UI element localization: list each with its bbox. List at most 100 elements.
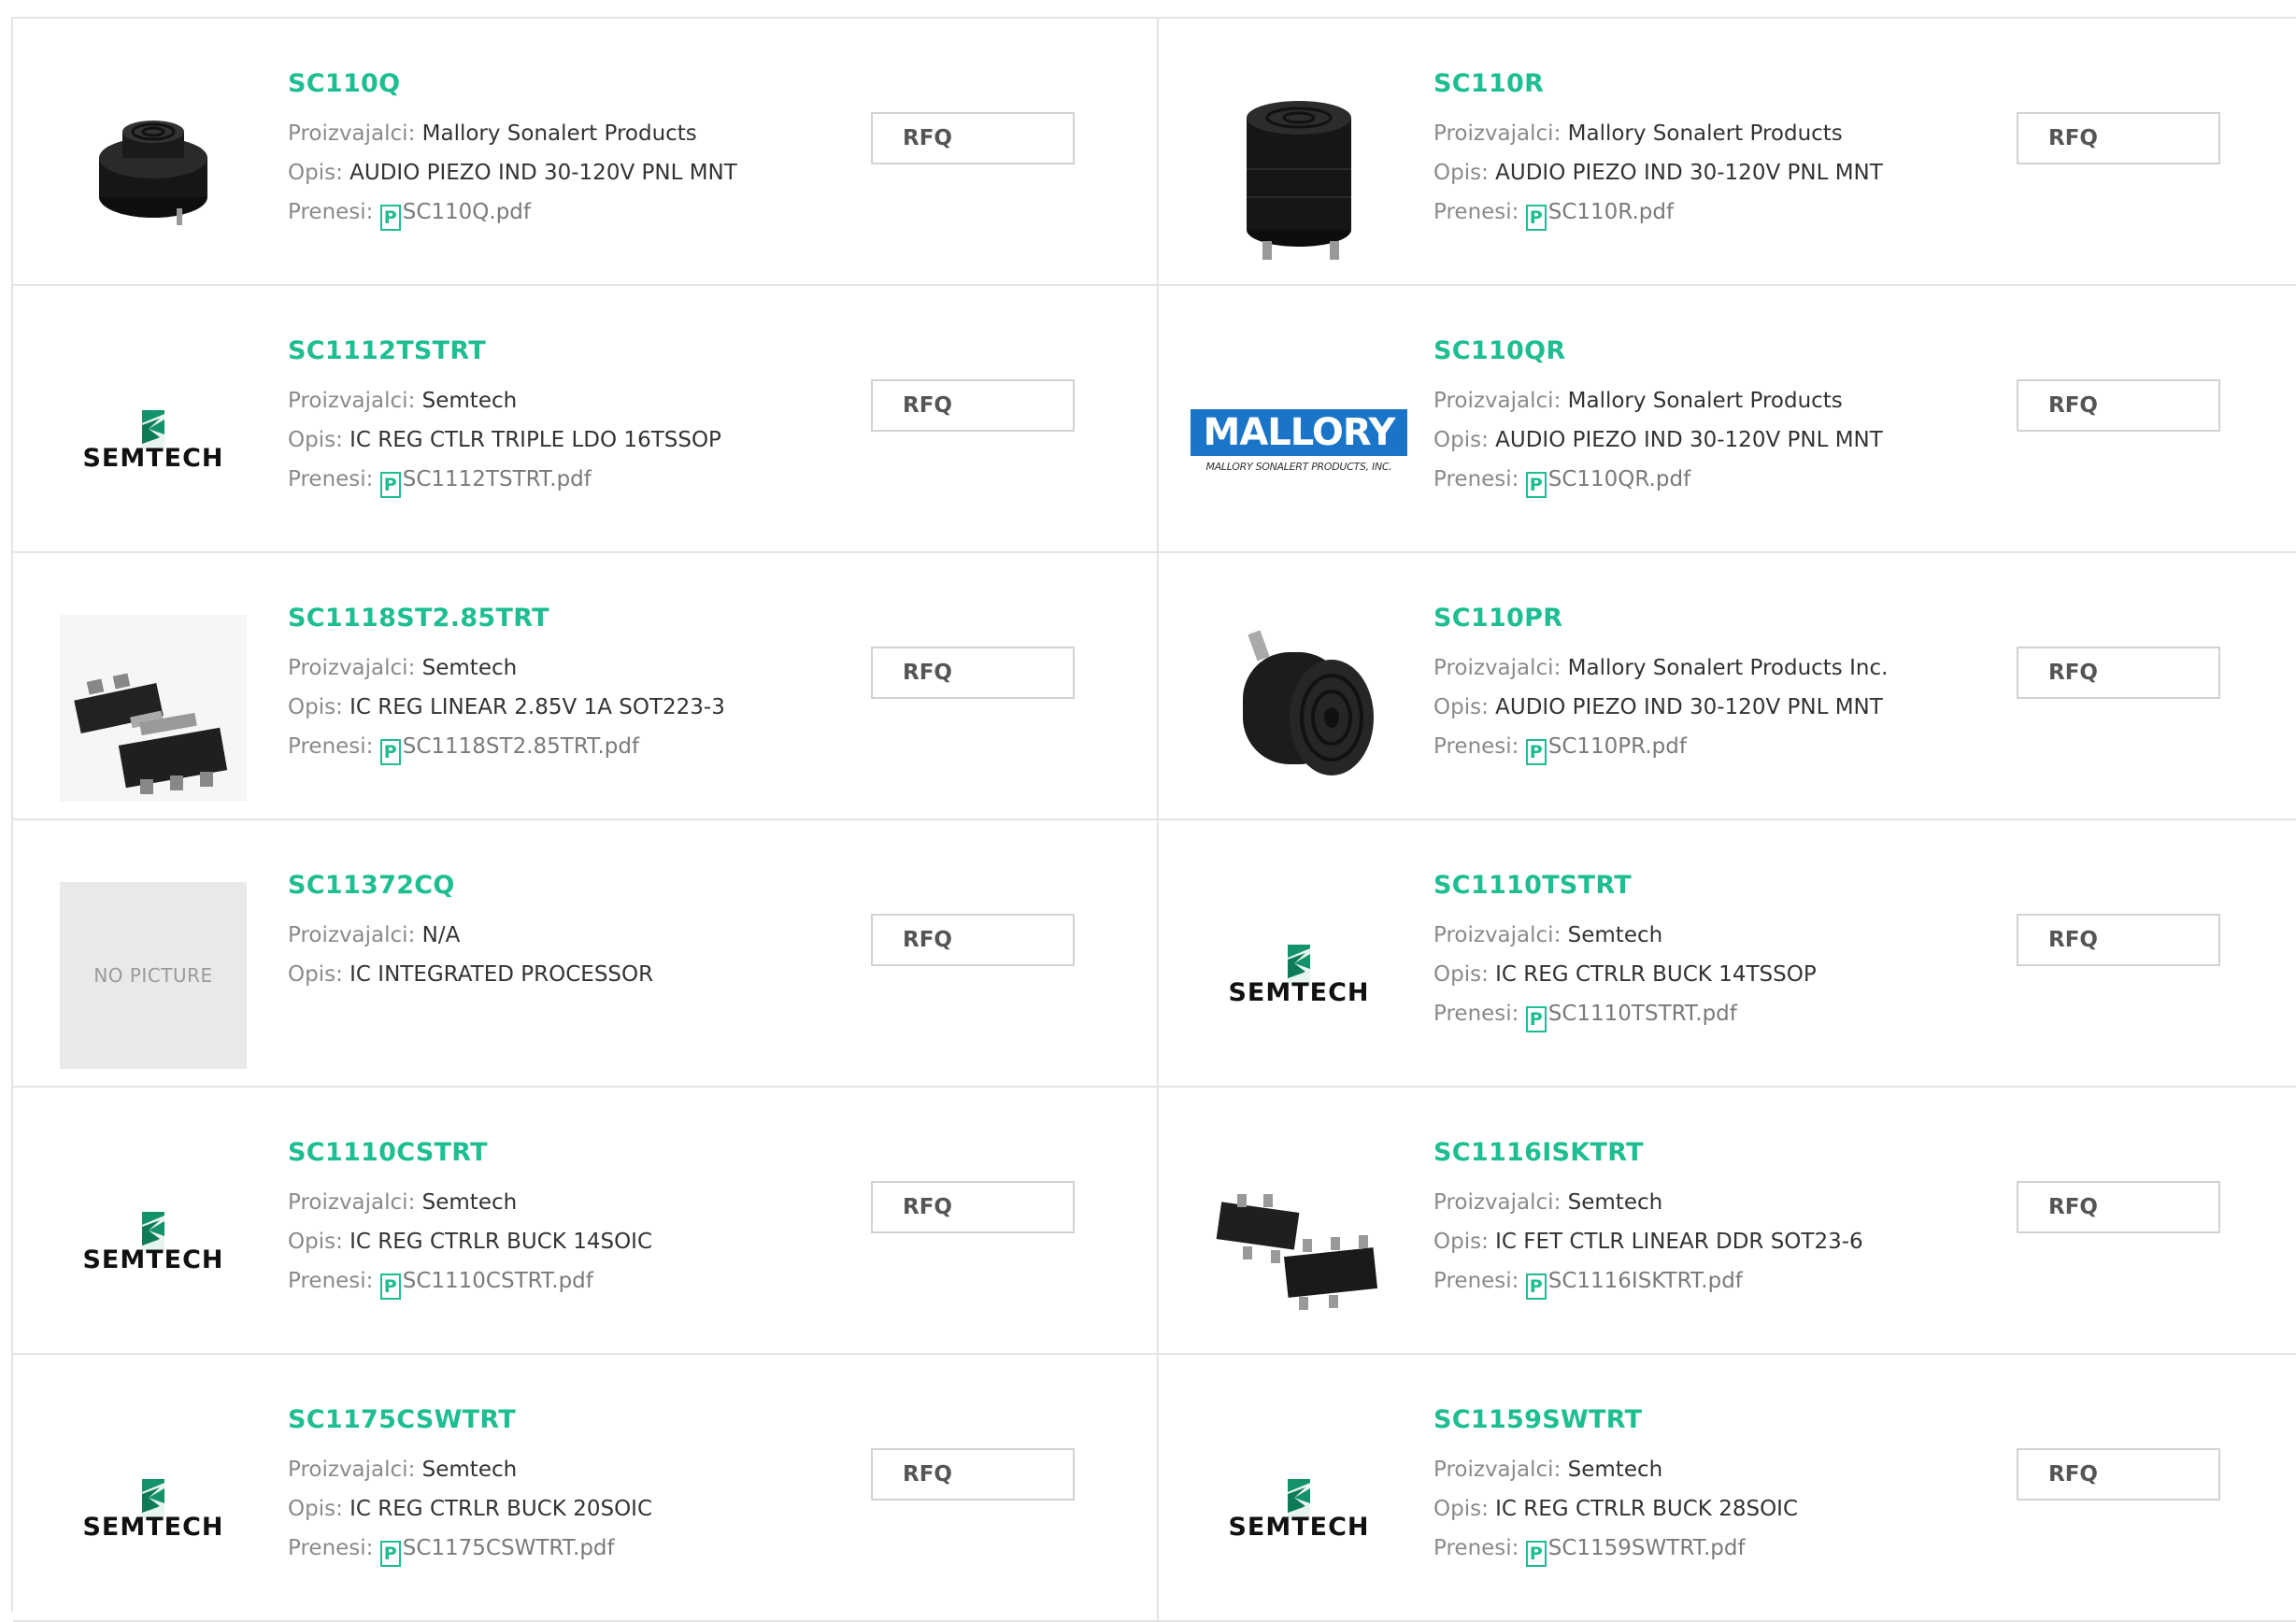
download-label: Prenesi: (1433, 1002, 1519, 1026)
description-label: Opis: (288, 1497, 343, 1521)
download-label: Prenesi: (1433, 467, 1519, 491)
download-label: Prenesi: (1433, 734, 1519, 759)
manufacturer-value: Mallory Sonalert Products (1567, 389, 1843, 413)
manufacturer-value: Semtech (1567, 1458, 1663, 1482)
semtech-logo: SEMTECH (1228, 1478, 1369, 1542)
rfq-button[interactable]: RFQ (871, 112, 1075, 164)
part-number-link[interactable]: SC1112TSTRT (288, 333, 721, 370)
datasheet-link[interactable]: P SC1110TSTRT.pdf (1525, 1002, 1737, 1032)
description-label: Opis: (288, 428, 343, 452)
manufacturer-label: Proizvajalci: (288, 1190, 416, 1215)
part-number-link[interactable]: SC1159SWTRT (1433, 1401, 1798, 1439)
product-thumbnail[interactable]: SEMTECH (60, 348, 247, 534)
description-label: Opis: (288, 962, 343, 987)
rfq-button[interactable]: RFQ (2017, 647, 2220, 699)
manufacturer-row: Proizvajalci: Semtech (288, 1450, 652, 1489)
product-thumbnail[interactable]: SEMTECH (1205, 1416, 1392, 1603)
manufacturer-value: Semtech (421, 656, 518, 680)
part-number-link[interactable]: SC1110CSTRT (288, 1134, 652, 1172)
part-number-link[interactable]: SC110R (1433, 65, 1883, 103)
product-card: SC110R Proizvajalci: Mallory Sonalert Pro… (1159, 19, 2296, 286)
download-label: Prenesi: (1433, 1536, 1519, 1560)
product-card: SC110Q Proizvajalci: Mallory Sonalert Pro… (13, 19, 1159, 286)
part-number-link[interactable]: SC1110TSTRT (1433, 867, 1817, 904)
datasheet-link[interactable]: P SC110R.pdf (1525, 200, 1674, 231)
manufacturer-label: Proizvajalci: (1433, 923, 1562, 947)
description-label: Opis: (1433, 1497, 1489, 1521)
datasheet-link[interactable]: P SC1159SWTRT.pdf (1525, 1536, 1746, 1567)
rfq-button[interactable]: RFQ (871, 1181, 1075, 1233)
datasheet-link[interactable]: P SC1116ISKTRT.pdf (1525, 1269, 1743, 1300)
datasheet-link[interactable]: P SC1175CSWTRT.pdf (379, 1536, 615, 1567)
part-number-link[interactable]: SC1118ST2.85TRT (288, 600, 725, 637)
product-info: SC1110CSTRT Proizvajalci: Semtech Opis: IC… (288, 1134, 652, 1301)
download-row: Prenesi: P SC1116ISKTRT.pdf (1433, 1261, 1863, 1301)
product-info: SC110R Proizvajalci: Mallory Sonalert Pro… (1433, 65, 1883, 232)
product-thumbnail[interactable] (60, 615, 247, 802)
part-number-link[interactable]: SC11372CQ (288, 867, 653, 904)
part-number-link[interactable]: SC110PR (1433, 600, 1888, 637)
rfq-button[interactable]: RFQ (2017, 914, 2220, 966)
mallory-logo: MALLORY MALLORY SONALERT PRODUCTS, INC. (1190, 409, 1408, 473)
download-row: Prenesi: P SC1159SWTRT.pdf (1433, 1529, 1798, 1568)
datasheet-link[interactable]: P SC110PR.pdf (1525, 734, 1687, 765)
rfq-button[interactable]: RFQ (871, 647, 1075, 699)
part-number-link[interactable]: SC1116ISKTRT (1433, 1134, 1863, 1172)
datasheet-link[interactable]: P SC1110CSTRT.pdf (379, 1269, 593, 1300)
product-thumbnail[interactable] (1205, 80, 1392, 267)
datasheet-link[interactable]: P SC1112TSTRT.pdf (379, 467, 592, 498)
rfq-button[interactable]: RFQ (2017, 1448, 2220, 1501)
semtech-logo: SEMTECH (82, 1211, 223, 1274)
product-thumbnail[interactable]: SEMTECH (60, 1416, 247, 1603)
part-number-link[interactable]: SC1175CSWTRT (288, 1401, 652, 1439)
description-row: Opis: IC REG CTRLR BUCK 28SOIC (1433, 1489, 1798, 1529)
download-row: Prenesi: P SC1110CSTRT.pdf (288, 1261, 652, 1301)
product-thumbnail[interactable]: SEMTECH (1205, 882, 1392, 1069)
product-thumbnail[interactable]: NO PICTURE (60, 882, 247, 1069)
rfq-button[interactable]: RFQ (871, 914, 1075, 966)
product-thumbnail[interactable] (1205, 1149, 1392, 1336)
rfq-button[interactable]: RFQ (2017, 112, 2220, 164)
manufacturer-value: Semtech (421, 1190, 518, 1215)
datasheet-link[interactable]: P SC110Q.pdf (379, 200, 531, 231)
product-thumbnail[interactable]: SEMTECH (60, 1149, 247, 1336)
download-label: Prenesi: (288, 734, 374, 759)
product-info: SC1118ST2.85TRT Proizvajalci: Semtech Opis… (288, 600, 725, 766)
description-value: IC FET CTLR LINEAR DDR SOT23-6 (1495, 1230, 1863, 1254)
manufacturer-label: Proizvajalci: (1433, 1190, 1562, 1215)
part-number-link[interactable]: SC110QR (1433, 333, 1883, 370)
product-card: SEMTECH SC1175CSWTRT Proizvajalci: Semtech… (13, 1355, 1159, 1622)
description-label: Opis: (1433, 962, 1489, 987)
datasheet-filename: SC1116ISKTRT.pdf (1547, 1269, 1743, 1293)
description-label: Opis: (288, 1230, 343, 1254)
product-thumbnail[interactable]: MALLORY MALLORY SONALERT PRODUCTS, INC. (1190, 348, 1408, 534)
manufacturer-label: Proizvajalci: (1433, 1458, 1562, 1482)
manufacturer-row: Proizvajalci: Semtech (288, 1183, 652, 1222)
datasheet-link[interactable]: P SC1118ST2.85TRT.pdf (379, 734, 639, 765)
description-row: Opis: IC REG CTRLR BUCK 14TSSOP (1433, 955, 1817, 994)
rfq-button[interactable]: RFQ (871, 379, 1075, 432)
part-number-link[interactable]: SC110Q (288, 65, 737, 103)
product-card: SEMTECH SC1112TSTRT Proizvajalci: Semtech O… (13, 286, 1159, 553)
rfq-button[interactable]: RFQ (871, 1448, 1075, 1501)
buzzer-image (1247, 101, 1351, 260)
download-label: Prenesi: (1433, 1269, 1519, 1293)
datasheet-link[interactable]: P SC110QR.pdf (1525, 467, 1691, 498)
download-label: Prenesi: (288, 200, 374, 224)
datasheet-filename: SC1159SWTRT.pdf (1547, 1536, 1746, 1560)
description-label: Opis: (1433, 428, 1489, 452)
manufacturer-label: Proizvajalci: (1433, 121, 1562, 146)
datasheet-filename: SC110QR.pdf (1547, 467, 1691, 491)
manufacturer-label: Proizvajalci: (288, 1458, 416, 1482)
product-info: SC1159SWTRT Proizvajalci: Semtech Opis: IC… (1433, 1401, 1798, 1568)
description-row: Opis: AUDIO PIEZO IND 30-120V PNL MNT (288, 153, 737, 192)
manufacturer-label: Proizvajalci: (1433, 656, 1562, 680)
rfq-button[interactable]: RFQ (2017, 379, 2220, 432)
datasheet-filename: SC1110CSTRT.pdf (402, 1269, 593, 1293)
product-thumbnail[interactable] (1205, 615, 1392, 802)
manufacturer-value: Semtech (1567, 923, 1663, 947)
product-thumbnail[interactable] (60, 80, 247, 267)
rfq-button[interactable]: RFQ (2017, 1181, 2220, 1233)
description-row: Opis: IC REG LINEAR 2.85V 1A SOT223-3 (288, 688, 725, 727)
manufacturer-row: Proizvajalci: Mallory Sonalert Products … (1433, 648, 1888, 688)
